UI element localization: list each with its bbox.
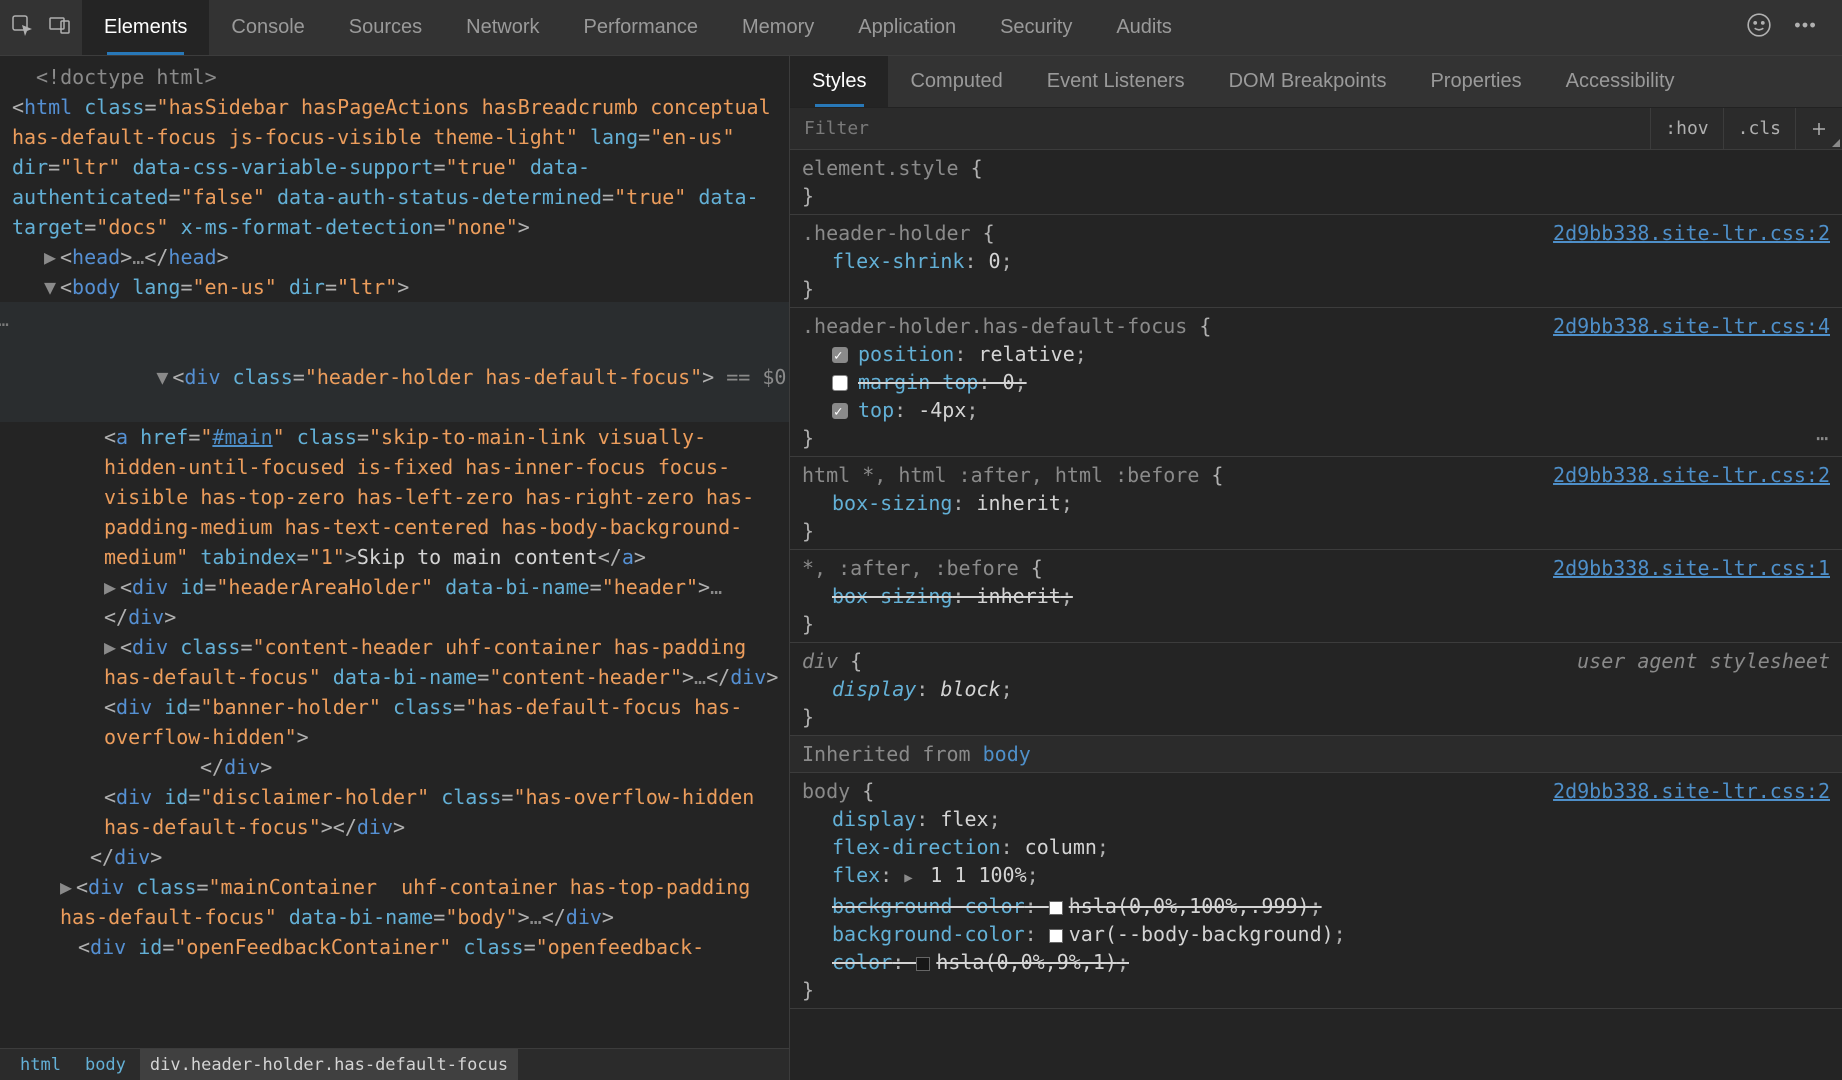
- tab-application[interactable]: Application: [836, 0, 978, 55]
- cls-toggle[interactable]: .cls: [1723, 108, 1795, 149]
- smiley-icon[interactable]: [1746, 12, 1772, 43]
- main-container-node[interactable]: ▶<div class="mainContainer uhf-container…: [0, 872, 789, 932]
- crumb-selected[interactable]: div.header-holder.has-default-focus: [140, 1049, 518, 1080]
- banner-close-node[interactable]: </div>: [0, 752, 789, 782]
- property-checkbox[interactable]: [832, 375, 848, 391]
- new-style-rule-button[interactable]: [1795, 108, 1842, 149]
- more-icon[interactable]: ⋯: [1816, 424, 1830, 452]
- subtab-dom-breakpoints[interactable]: DOM Breakpoints: [1207, 56, 1409, 107]
- device-toolbar-icon[interactable]: [48, 13, 72, 42]
- color-swatch[interactable]: [916, 957, 930, 971]
- content-header-node[interactable]: ▶<div class="content-header uhf-containe…: [0, 632, 789, 692]
- style-declaration[interactable]: background-color: var(--body-background)…: [802, 920, 1830, 948]
- tab-performance[interactable]: Performance: [562, 0, 721, 55]
- property-checkbox[interactable]: [832, 403, 848, 419]
- subtab-accessibility[interactable]: Accessibility: [1544, 56, 1697, 107]
- style-rule[interactable]: 2d9bb338.site-ltr.css:1*, :after, :befor…: [790, 550, 1842, 643]
- styles-sub-tabs: StylesComputedEvent ListenersDOM Breakpo…: [790, 56, 1842, 108]
- inherited-from-header: Inherited from body: [790, 736, 1842, 773]
- selected-close-node[interactable]: </div>: [0, 842, 789, 872]
- color-swatch[interactable]: [1049, 901, 1063, 915]
- elements-panel: <!doctype html> <html class="hasSidebar …: [0, 56, 790, 1080]
- style-declaration[interactable]: box-sizing: inherit;: [802, 582, 1830, 610]
- subtab-event-listeners[interactable]: Event Listeners: [1025, 56, 1207, 107]
- color-swatch[interactable]: [1049, 929, 1063, 943]
- subtab-properties[interactable]: Properties: [1408, 56, 1543, 107]
- style-rule[interactable]: 2d9bb338.site-ltr.css:2html *, html :aft…: [790, 457, 1842, 550]
- style-declaration[interactable]: flex-direction: column;: [802, 833, 1830, 861]
- toolbar-right: [1746, 12, 1842, 43]
- styles-filter-bar: :hov .cls: [790, 108, 1842, 150]
- feedback-node[interactable]: <div id="openFeedbackContainer" class="o…: [0, 932, 789, 962]
- html-open-tag[interactable]: <html class="hasSidebar hasPageActions h…: [0, 92, 789, 242]
- crumb-html[interactable]: html: [10, 1049, 71, 1080]
- style-declaration[interactable]: display: flex;: [802, 805, 1830, 833]
- tab-audits[interactable]: Audits: [1094, 0, 1194, 55]
- tab-sources[interactable]: Sources: [327, 0, 444, 55]
- style-rule[interactable]: 2d9bb338.site-ltr.css:2body {display: fl…: [790, 773, 1842, 1009]
- style-rule[interactable]: user agent stylesheetdiv {display: block…: [790, 643, 1842, 736]
- style-declaration[interactable]: top: -4px;: [802, 396, 1830, 424]
- subtab-computed[interactable]: Computed: [888, 56, 1024, 107]
- source-link[interactable]: 2d9bb338.site-ltr.css:2: [1553, 777, 1830, 805]
- style-declaration[interactable]: box-sizing: inherit;: [802, 489, 1830, 517]
- subtab-styles[interactable]: Styles: [790, 56, 888, 107]
- styles-list[interactable]: element.style {}2d9bb338.site-ltr.css:2.…: [790, 150, 1842, 1080]
- main-split: <!doctype html> <html class="hasSidebar …: [0, 56, 1842, 1080]
- property-checkbox[interactable]: [832, 347, 848, 363]
- tab-network[interactable]: Network: [444, 0, 561, 55]
- devtools-top-tabs: ElementsConsoleSourcesNetworkPerformance…: [0, 0, 1842, 56]
- source-link[interactable]: 2d9bb338.site-ltr.css:2: [1553, 461, 1830, 489]
- source-link[interactable]: 2d9bb338.site-ltr.css:4: [1553, 312, 1830, 340]
- selected-node[interactable]: … ▼<div class="header-holder has-default…: [0, 302, 789, 422]
- source-label: user agent stylesheet: [1577, 647, 1830, 675]
- source-link[interactable]: 2d9bb338.site-ltr.css:2: [1553, 219, 1830, 247]
- hov-toggle[interactable]: :hov: [1650, 108, 1722, 149]
- body-open-tag[interactable]: ▼<body lang="en-us" dir="ltr">: [0, 272, 789, 302]
- style-declaration[interactable]: margin-top: 0;: [802, 368, 1830, 396]
- style-rule[interactable]: 2d9bb338.site-ltr.css:2.header-holder {f…: [790, 215, 1842, 308]
- tab-security[interactable]: Security: [978, 0, 1094, 55]
- element-picker-icon[interactable]: [10, 13, 34, 42]
- tab-elements[interactable]: Elements: [82, 0, 209, 55]
- head-node[interactable]: ▶<head>…</head>: [0, 242, 789, 272]
- doctype-node[interactable]: <!doctype html>: [36, 65, 217, 89]
- more-icon[interactable]: [1792, 12, 1818, 43]
- inspect-tools: [0, 13, 82, 42]
- crumb-body[interactable]: body: [75, 1049, 136, 1080]
- tab-memory[interactable]: Memory: [720, 0, 836, 55]
- style-declaration[interactable]: background-color: hsla(0,0%,100%,.999);: [802, 892, 1830, 920]
- style-declaration[interactable]: flex: ▶ 1 1 100%;: [802, 861, 1830, 892]
- styles-panel: StylesComputedEvent ListenersDOM Breakpo…: [790, 56, 1842, 1080]
- tab-console[interactable]: Console: [209, 0, 326, 55]
- inherited-element-link[interactable]: body: [983, 742, 1031, 766]
- banner-open-node[interactable]: <div id="banner-holder" class="has-defau…: [0, 692, 789, 752]
- header-area-node[interactable]: ▶<div id="headerAreaHolder" data-bi-name…: [0, 572, 789, 632]
- skip-link-node[interactable]: <a href="#main" class="skip-to-main-link…: [0, 422, 789, 572]
- style-rule[interactable]: 2d9bb338.site-ltr.css:4.header-holder.ha…: [790, 308, 1842, 457]
- style-declaration[interactable]: position: relative;: [802, 340, 1830, 368]
- style-declaration[interactable]: flex-shrink: 0;: [802, 247, 1830, 275]
- source-link[interactable]: 2d9bb338.site-ltr.css:1: [1553, 554, 1830, 582]
- disclaimer-node[interactable]: <div id="disclaimer-holder" class="has-o…: [0, 782, 789, 842]
- dom-breadcrumb: html body div.header-holder.has-default-…: [0, 1048, 789, 1080]
- styles-filter-input[interactable]: [790, 118, 1650, 139]
- style-declaration[interactable]: color: hsla(0,0%,9%,1);: [802, 948, 1830, 976]
- style-rule[interactable]: element.style {}: [790, 150, 1842, 215]
- style-declaration[interactable]: display: block;: [802, 675, 1830, 703]
- dom-tree[interactable]: <!doctype html> <html class="hasSidebar …: [0, 56, 789, 1048]
